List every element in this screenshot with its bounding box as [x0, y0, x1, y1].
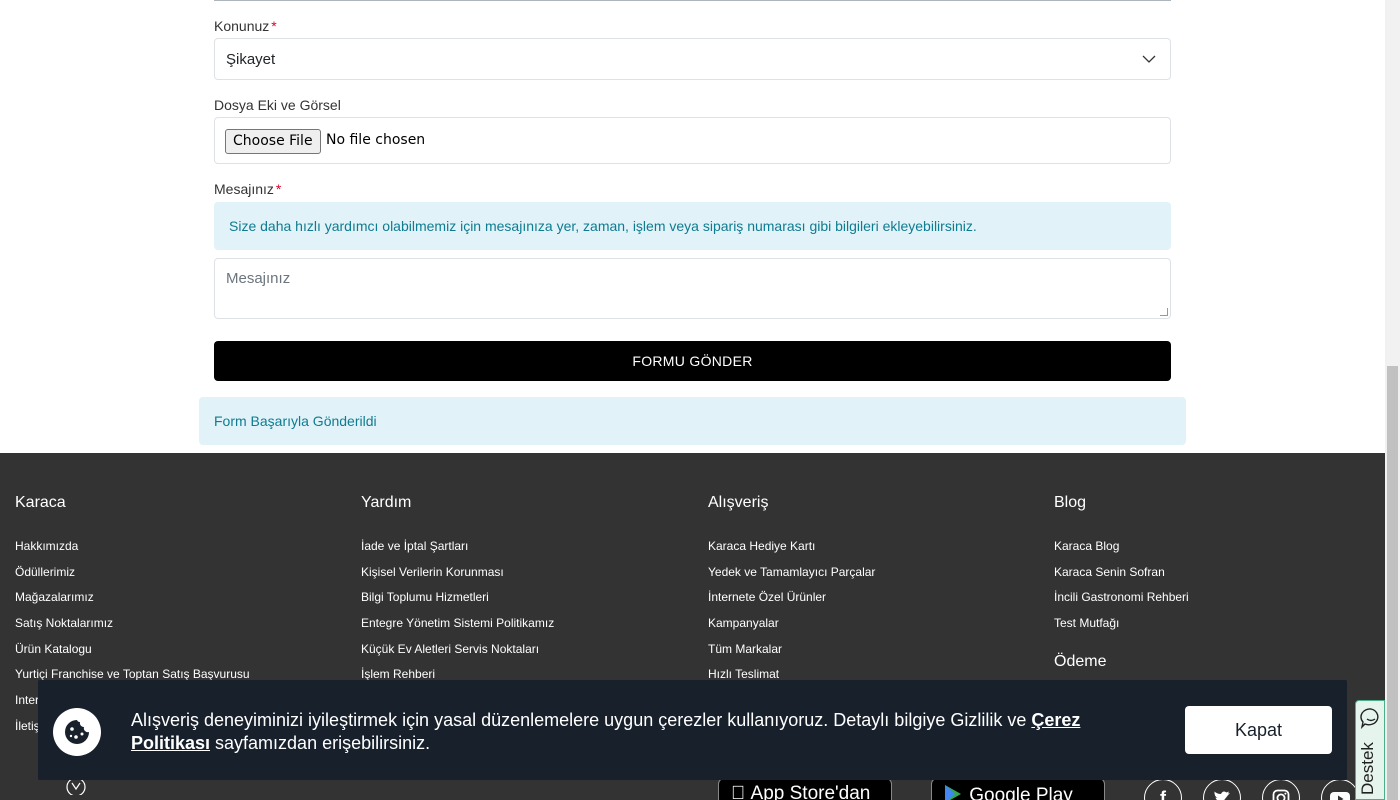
resize-handle[interactable]	[1160, 308, 1168, 316]
footer-link[interactable]: Küçük Ev Aletleri Servis Noktaları	[361, 642, 554, 668]
file-input: Choose File No file chosen	[214, 117, 1171, 164]
apple-icon: 	[731, 783, 745, 800]
footer-link[interactable]: Entegre Yönetim Sistemi Politikamız	[361, 616, 554, 642]
payment-title: Ödeme	[1054, 653, 1107, 670]
chat-support-icon	[1360, 708, 1379, 729]
subject-label-text: Konunuz	[214, 18, 270, 34]
footer-column-title: Blog	[1054, 494, 1087, 511]
youtube-icon[interactable]	[1321, 779, 1359, 800]
app-store-label: App Store'dan	[731, 783, 871, 800]
attachment-label: Dosya Eki ve Görsel	[214, 97, 341, 113]
facebook-icon[interactable]: f	[1144, 779, 1182, 800]
instagram-icon[interactable]	[1262, 779, 1300, 800]
footer-link[interactable]: Karaca Hediye Kartı	[708, 539, 875, 565]
footer-column-title: Karaca	[15, 494, 66, 511]
footer-link[interactable]: Mağazalarımız	[15, 590, 250, 616]
subject-select-value: Şikayet	[226, 51, 276, 68]
subject-label: Konunuz *	[214, 18, 277, 34]
support-tab[interactable]: Destek	[1355, 700, 1385, 800]
footer-link[interactable]: Yedek ve Tamamlayıcı Parçalar	[708, 565, 875, 591]
message-placeholder: Mesajınız	[226, 270, 291, 287]
footer-link[interactable]: Satış Noktalarımız	[15, 616, 250, 642]
choose-file-button[interactable]: Choose File	[225, 129, 321, 154]
message-label: Mesajınız *	[214, 181, 281, 197]
cookie-text-after: sayfamızdan erişebilirsiniz.	[210, 733, 431, 753]
google-play-icon	[945, 785, 961, 800]
required-mark: *	[275, 181, 282, 197]
message-textarea[interactable]: Mesajınız	[214, 258, 1171, 319]
cookie-icon	[53, 708, 101, 756]
subject-select[interactable]: Şikayet	[214, 38, 1171, 80]
footer-link[interactable]: Bilgi Toplumu Hizmetleri	[361, 590, 554, 616]
footer-link[interactable]: Ödüllerimiz	[15, 565, 250, 591]
info-alert: Size daha hızlı yardımcı olabilmemiz içi…	[214, 202, 1171, 250]
footer-link[interactable]: Kişisel Verilerin Korunması	[361, 565, 554, 591]
google-play-label: Google Play	[969, 785, 1073, 800]
success-alert-text: Form Başarıyla Gönderildi	[214, 413, 377, 429]
google-play-badge[interactable]: Google Play	[931, 778, 1105, 800]
footer-link[interactable]: İncili Gastronomi Rehberi	[1054, 590, 1189, 616]
footer-link[interactable]: Kampanyalar	[708, 616, 875, 642]
footer-column-title: Alışveriş	[708, 494, 769, 511]
footer-link[interactable]: İade ve İptal Şartları	[361, 539, 554, 565]
cookie-message: Alışveriş deneyiminizi iyileştirmek için…	[131, 709, 1161, 755]
twitter-icon[interactable]	[1203, 779, 1241, 800]
app-store-badge[interactable]:  App Store'dan	[718, 778, 892, 800]
cookie-text: Alışveriş deneyiminizi iyileştirmek için…	[131, 710, 1032, 730]
message-label-text: Mesajınız	[214, 181, 274, 197]
success-alert: Form Başarıyla Gönderildi	[199, 397, 1186, 445]
footer-link[interactable]: Hakkımızda	[15, 539, 250, 565]
footer-column-title: Yardım	[361, 494, 412, 511]
page-scrollbar[interactable]	[1385, 0, 1400, 800]
footer-link[interactable]: Test Mutfağı	[1054, 616, 1189, 642]
required-mark: *	[271, 18, 277, 34]
file-status: No file chosen	[326, 132, 426, 148]
previous-field-border	[214, 0, 1171, 1]
footer-link[interactable]: Ürün Katalogu	[15, 642, 250, 668]
cookie-banner: Alışveriş deneyiminizi iyileştirmek için…	[38, 680, 1347, 780]
scrollbar-thumb[interactable]	[1387, 366, 1398, 800]
footer-link[interactable]: Tüm Markalar	[708, 642, 875, 668]
chevron-down-icon	[1142, 55, 1156, 63]
submit-button[interactable]: FORMU GÖNDER	[214, 341, 1171, 381]
footer-link[interactable]: Karaca Senin Sofran	[1054, 565, 1189, 591]
info-alert-text: Size daha hızlı yardımcı olabilmemiz içi…	[229, 218, 977, 234]
footer-link[interactable]: Karaca Blog	[1054, 539, 1189, 565]
support-label: Destek	[1358, 742, 1377, 795]
cookie-close-button[interactable]: Kapat	[1185, 706, 1332, 754]
footer-link[interactable]: İnternete Özel Ürünler	[708, 590, 875, 616]
